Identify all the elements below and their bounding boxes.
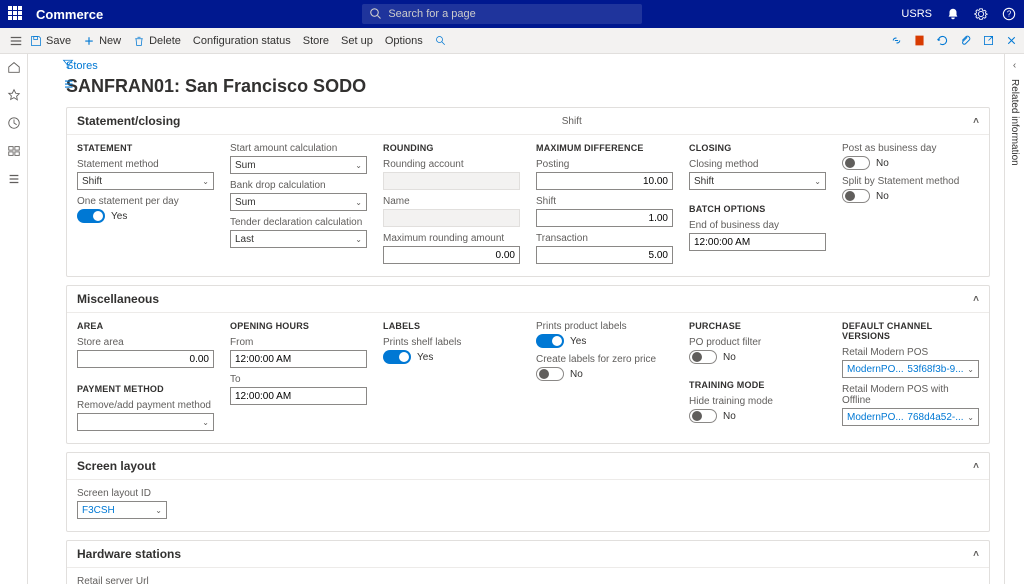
- main-content: Stores SANFRAN01: San Francisco SODO Sta…: [28, 54, 1004, 584]
- popout-icon[interactable]: [982, 34, 995, 47]
- payment-method-select[interactable]: ⌄: [77, 413, 214, 431]
- one-statement-toggle[interactable]: Yes: [77, 209, 214, 223]
- related-info-label[interactable]: Related information: [1009, 79, 1020, 166]
- section-maxdiff: MAXIMUM DIFFERENCE: [536, 143, 673, 153]
- shift-input[interactable]: [536, 209, 673, 227]
- gear-icon[interactable]: [974, 7, 988, 21]
- hours-to-input[interactable]: [230, 387, 367, 405]
- command-bar: Save New Delete Configuration status Sto…: [0, 28, 1024, 54]
- tender-decl-select[interactable]: Last⌄: [230, 230, 367, 248]
- section-statement: STATEMENT: [77, 143, 214, 153]
- mpos-select[interactable]: ModernPO...53f68f3b-9...⌄: [842, 360, 979, 378]
- search-icon: [370, 8, 382, 20]
- search-box[interactable]: Search for a page: [362, 4, 642, 24]
- closing-method-select[interactable]: Shift⌄: [689, 172, 826, 190]
- nav-toggle[interactable]: [6, 34, 26, 48]
- search-placeholder: Search for a page: [388, 8, 475, 20]
- shelf-labels-toggle[interactable]: Yes: [383, 350, 520, 364]
- bell-icon[interactable]: [946, 7, 960, 21]
- store-area-input[interactable]: [77, 350, 214, 368]
- statement-header: Statement/closing: [77, 114, 180, 128]
- modules-icon[interactable]: [7, 172, 21, 186]
- transaction-input[interactable]: [536, 246, 673, 264]
- app-launcher-icon[interactable]: [8, 6, 24, 22]
- home-icon[interactable]: [7, 60, 21, 74]
- mpos-offline-select[interactable]: ModernPO...768d4a52-...⌄: [842, 408, 979, 426]
- refresh-icon[interactable]: [936, 34, 949, 47]
- statement-hint: Shift: [562, 116, 582, 127]
- screen-header: Screen layout: [77, 459, 156, 473]
- store-menu[interactable]: Store: [303, 35, 329, 47]
- svg-text:?: ?: [1007, 10, 1012, 19]
- right-rail[interactable]: ‹ Related information: [1004, 54, 1024, 584]
- hardware-header: Hardware stations: [77, 547, 181, 561]
- user-label[interactable]: USRS: [901, 8, 932, 20]
- hardware-card: Hardware stations˄ Retail server Url ＋Ad…: [66, 540, 990, 584]
- topbar: Commerce Search for a page USRS ?: [0, 0, 1024, 28]
- recent-icon[interactable]: [7, 116, 21, 130]
- list-icon[interactable]: [62, 78, 74, 90]
- new-button[interactable]: New: [83, 35, 121, 47]
- left-nav: [0, 54, 28, 584]
- setup-menu[interactable]: Set up: [341, 35, 373, 47]
- attachments-icon[interactable]: [959, 34, 972, 47]
- section-rounding: ROUNDING: [383, 143, 520, 153]
- section-closing: CLOSING: [689, 143, 826, 153]
- po-filter-toggle[interactable]: No: [689, 350, 826, 364]
- chevron-up-icon[interactable]: ˄: [973, 461, 979, 472]
- bank-drop-select[interactable]: Sum⌄: [230, 193, 367, 211]
- options-menu[interactable]: Options: [385, 35, 423, 47]
- rounding-account-input[interactable]: [383, 172, 520, 190]
- chevron-left-icon[interactable]: ‹: [1013, 60, 1016, 71]
- eob-input[interactable]: [689, 233, 826, 251]
- max-rounding-input[interactable]: [383, 246, 520, 264]
- post-business-day-toggle[interactable]: No: [842, 156, 979, 170]
- save-button[interactable]: Save: [30, 35, 71, 47]
- config-status-button[interactable]: Configuration status: [193, 35, 291, 47]
- workspace-icon[interactable]: [7, 144, 21, 158]
- filter-icon[interactable]: [62, 58, 74, 70]
- breadcrumb[interactable]: Stores: [66, 60, 990, 72]
- training-toggle[interactable]: No: [689, 409, 826, 423]
- rounding-name-input[interactable]: [383, 209, 520, 227]
- split-statement-toggle[interactable]: No: [842, 189, 979, 203]
- screen-layout-card: Screen layout˄ Screen layout ID F3CSH⌄: [66, 452, 990, 532]
- chevron-up-icon[interactable]: ˄: [973, 116, 979, 127]
- favorite-icon[interactable]: [7, 88, 21, 102]
- misc-card: Miscellaneous˄ AREA Store area PAYMENT M…: [66, 285, 990, 444]
- posting-input[interactable]: [536, 172, 673, 190]
- chevron-up-icon[interactable]: ˄: [973, 549, 979, 560]
- help-icon[interactable]: ?: [1002, 7, 1016, 21]
- chevron-up-icon[interactable]: ˄: [973, 294, 979, 305]
- link-icon[interactable]: [890, 34, 903, 47]
- section-batch: BATCH OPTIONS: [689, 204, 826, 214]
- product-labels-toggle[interactable]: Yes: [536, 334, 673, 348]
- brand: Commerce: [36, 7, 103, 22]
- misc-header: Miscellaneous: [77, 292, 159, 306]
- zero-price-toggle[interactable]: No: [536, 367, 673, 381]
- screen-layout-select[interactable]: F3CSH⌄: [77, 501, 167, 519]
- office-icon[interactable]: [913, 34, 926, 47]
- hours-from-input[interactable]: [230, 350, 367, 368]
- close-icon[interactable]: [1005, 34, 1018, 47]
- start-amount-select[interactable]: Sum⌄: [230, 156, 367, 174]
- statement-card: Statement/closing Shift ˄ STATEMENT Stat…: [66, 107, 990, 277]
- page-title: SANFRAN01: San Francisco SODO: [66, 76, 990, 97]
- statement-method-select[interactable]: Shift⌄: [77, 172, 214, 190]
- find-button[interactable]: [435, 35, 447, 47]
- delete-button[interactable]: Delete: [133, 35, 181, 47]
